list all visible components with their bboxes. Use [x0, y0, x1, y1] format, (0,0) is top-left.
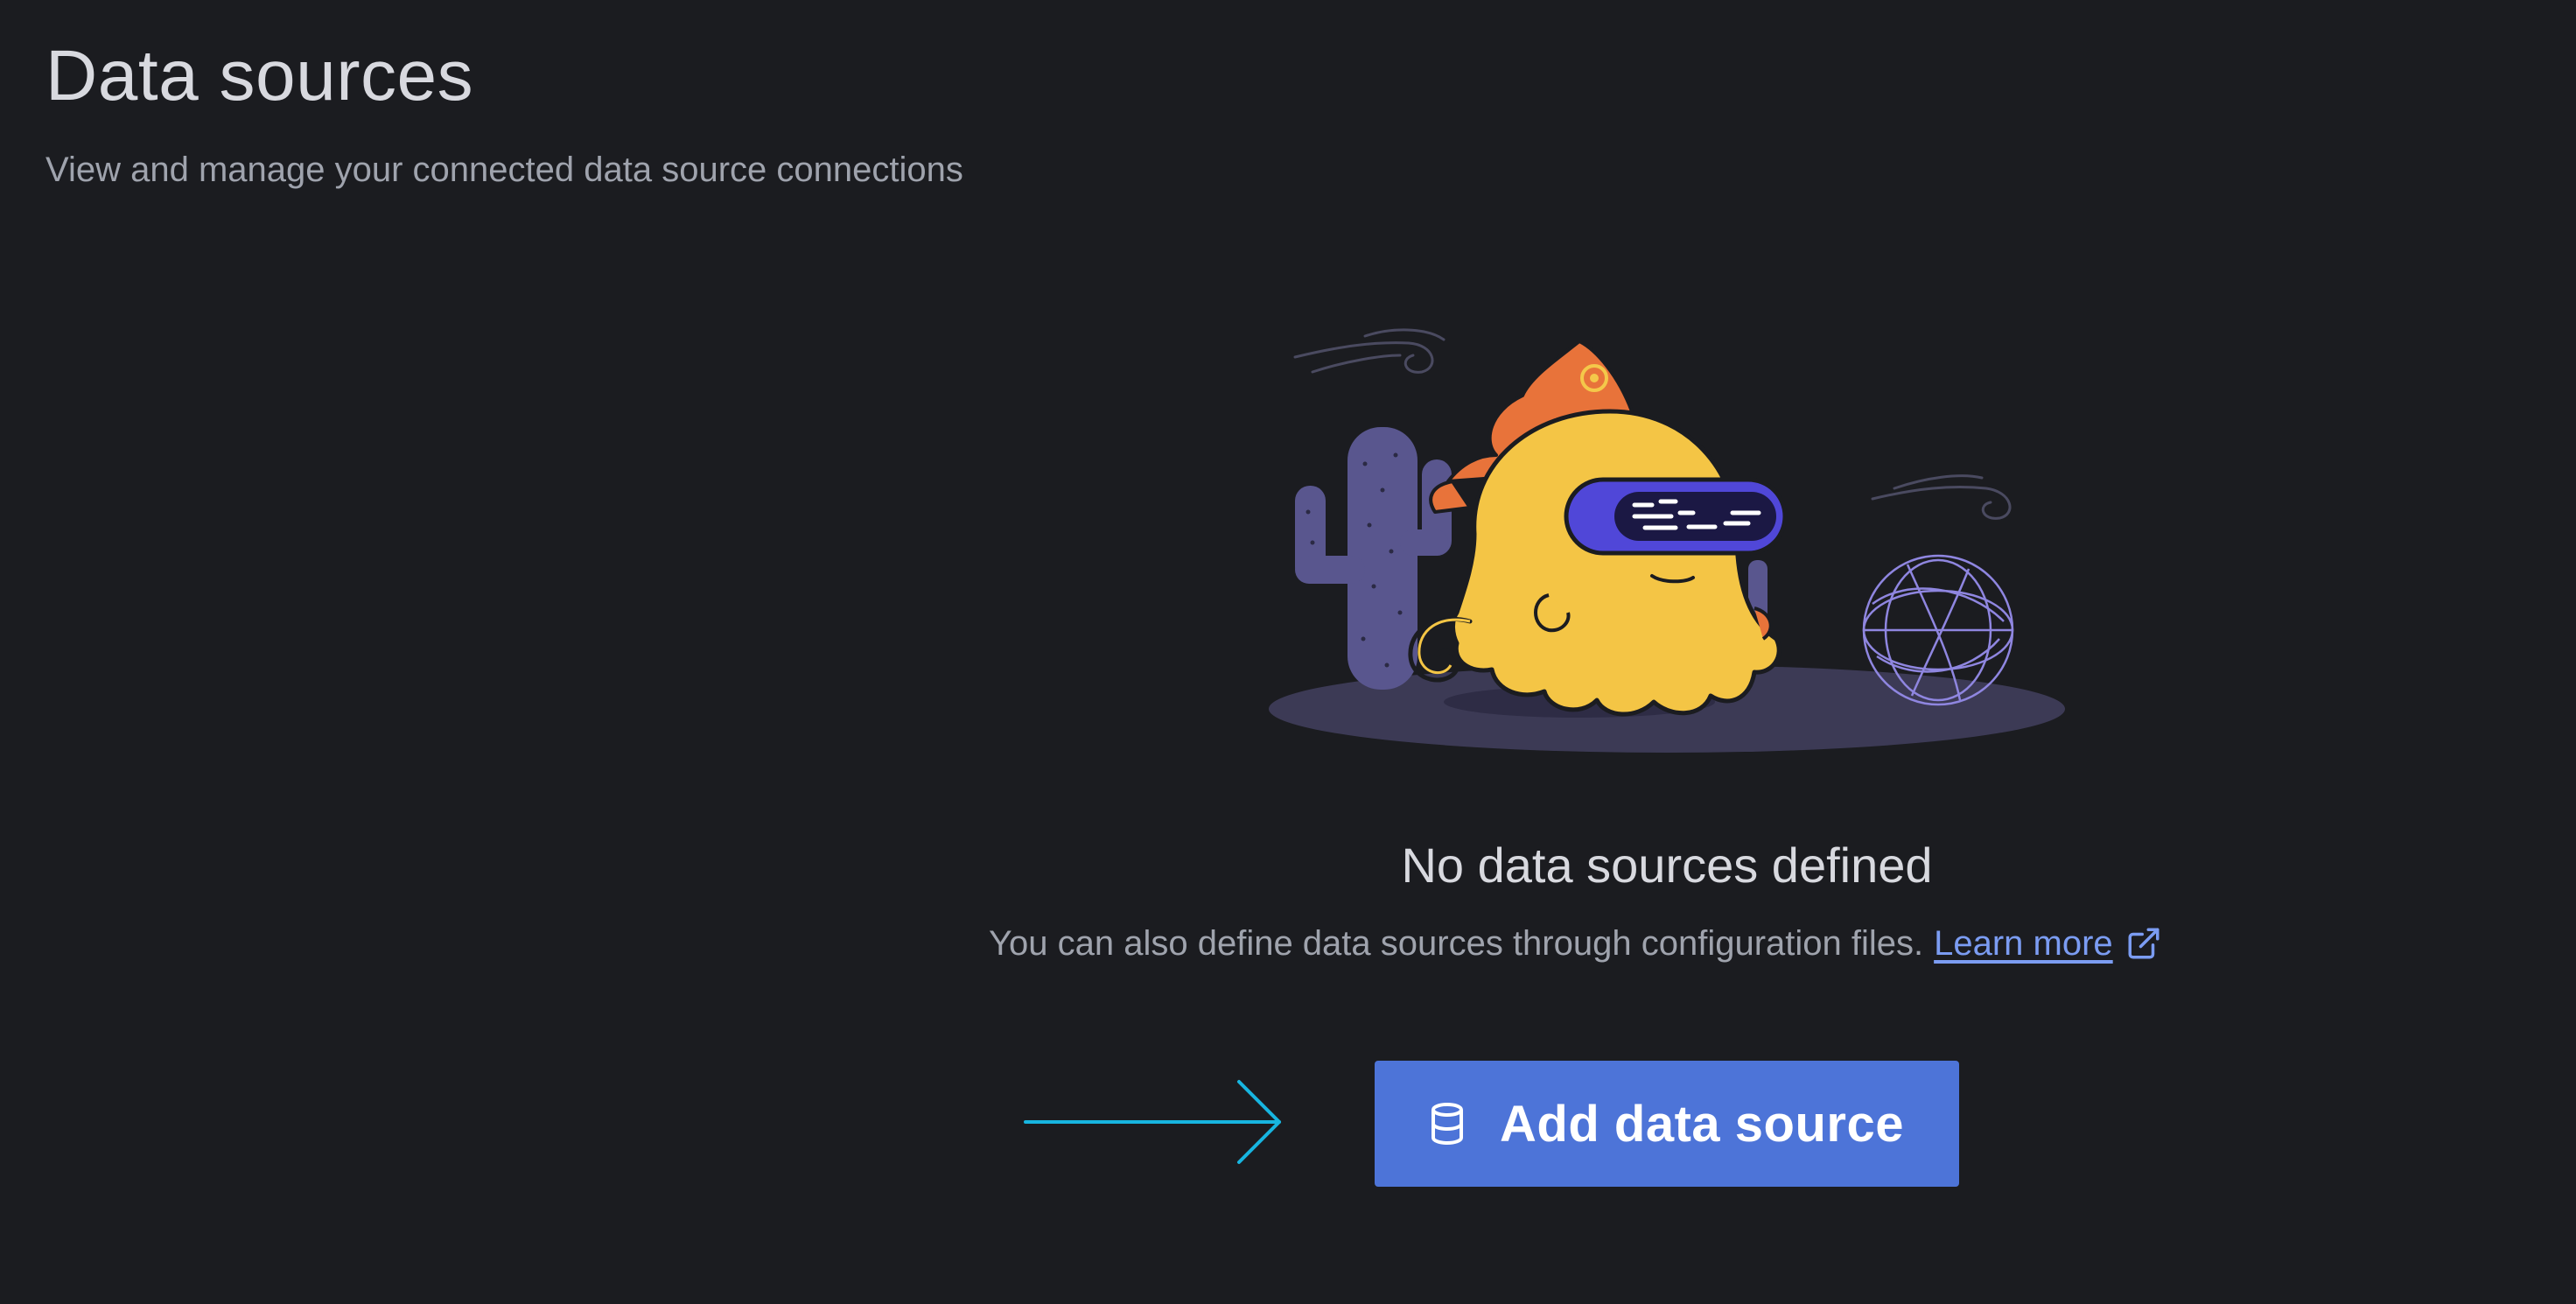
database-icon [1432, 1103, 1464, 1145]
wind-swirl-right [1871, 474, 2012, 520]
add-data-source-button[interactable]: Add data source [1375, 1061, 1959, 1187]
add-data-source-label: Add data source [1500, 1095, 1904, 1153]
external-link-icon[interactable] [2125, 925, 2162, 962]
cactus [1295, 427, 1452, 690]
mascot-body [1451, 409, 1782, 717]
empty-state-description-text: You can also define data sources through… [989, 924, 1924, 963]
learn-more-link[interactable]: Learn more [1934, 922, 2113, 964]
empty-state-illustration [1269, 328, 2065, 753]
empty-state-description: You can also define data sources through… [989, 922, 2162, 964]
data-sources-page: Data sources View and manage your connec… [0, 0, 2576, 1304]
arrow-right-annotation [1024, 1080, 1281, 1164]
page-title: Data sources [46, 36, 474, 116]
empty-state-title: No data sources defined [1401, 838, 1933, 893]
page-subtitle: View and manage your connected data sour… [46, 151, 963, 189]
wind-swirl-left [1293, 328, 1446, 374]
